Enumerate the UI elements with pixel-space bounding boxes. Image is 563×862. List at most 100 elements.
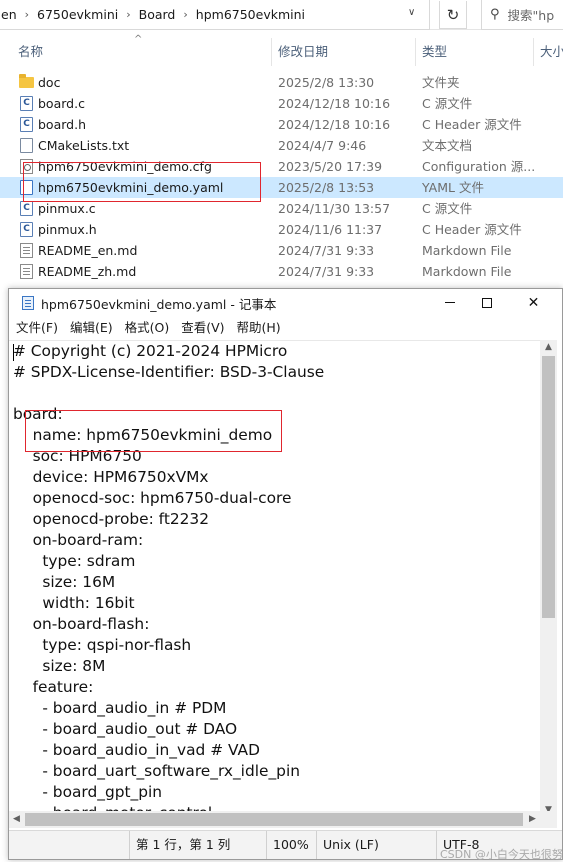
file-date: 2024/12/18 10:16 (278, 96, 391, 111)
menu-edit[interactable]: 编辑(E) (64, 317, 119, 339)
status-zoom: 100% (266, 831, 316, 859)
file-date: 2024/4/7 9:46 (278, 138, 367, 153)
file-type: C Header 源文件 (422, 117, 522, 132)
file-row[interactable]: README_zh.md 2024/7/31 9:33 Markdown Fil… (0, 261, 563, 282)
text-caret (13, 344, 14, 361)
c-file-icon: C (20, 201, 33, 216)
column-header-date[interactable]: 修改日期 (272, 38, 416, 66)
horizontal-scrollbar[interactable]: ◀ ▶ (9, 811, 540, 828)
file-name: pinmux.h (38, 222, 97, 237)
file-type: C 源文件 (422, 96, 473, 111)
file-date: 2025/2/8 13:53 (278, 180, 375, 195)
markdown-file-icon (20, 264, 33, 279)
file-date: 2024/7/31 9:33 (278, 264, 375, 279)
file-type: C Header 源文件 (422, 222, 522, 237)
file-date: 2023/5/20 17:39 (278, 159, 383, 174)
file-row-selected[interactable]: hpm6750evkmini_demo.yaml 2025/2/8 13:53 … (0, 177, 563, 198)
column-headers: ^ 名称 修改日期 类型 大小 (0, 34, 563, 66)
menu-view[interactable]: 查看(V) (175, 317, 230, 339)
text-editor[interactable]: # Copyright (c) 2021-2024 HPMicro # SPDX… (9, 340, 540, 811)
file-name: README_en.md (38, 243, 138, 258)
c-header-icon: C (20, 117, 33, 132)
text-file-icon (20, 138, 33, 153)
file-name: hpm6750evkmini_demo.cfg (38, 159, 212, 174)
file-type: Configuration 源... (422, 159, 536, 174)
file-name: board.h (38, 117, 86, 132)
file-row[interactable]: CMakeLists.txt 2024/4/7 9:46 文本文档 (0, 135, 563, 156)
menu-file[interactable]: 文件(F) (9, 317, 64, 339)
file-row[interactable]: C board.h 2024/12/18 10:16 C Header 源文件 (0, 114, 563, 135)
notepad-icon (22, 296, 34, 310)
notepad-window: hpm6750evkmini_demo.yaml - 记事本 ✕ 文件(F) 编… (8, 288, 563, 860)
scroll-up-icon[interactable]: ▲ (540, 340, 557, 355)
scrollbar-thumb[interactable] (25, 813, 523, 826)
minimize-icon (444, 302, 455, 303)
scroll-right-icon[interactable]: ▶ (525, 811, 540, 828)
file-name: doc (38, 75, 61, 90)
scrollbar-corner (540, 811, 557, 828)
config-file-icon (20, 159, 33, 174)
chevron-right-icon: › (24, 8, 30, 21)
folder-icon (19, 74, 34, 88)
column-header-type[interactable]: 类型 (416, 38, 534, 66)
search-placeholder: 搜索"hp (507, 8, 555, 23)
file-row[interactable]: C pinmux.c 2024/11/30 13:57 C 源文件 (0, 198, 563, 219)
breadcrumb-item[interactable]: hpm6750evkmini (191, 7, 310, 22)
file-type: 文本文档 (422, 138, 473, 153)
file-name: README_zh.md (38, 264, 137, 279)
editor-content[interactable]: # Copyright (c) 2021-2024 HPMicro # SPDX… (9, 341, 540, 811)
address-bar: en › 6750evkmini › Board › hpm6750evkmin… (0, 0, 563, 30)
file-type: Markdown File (422, 243, 512, 258)
search-input[interactable]: ⚲ 搜索"hp (481, 0, 563, 30)
menu-format[interactable]: 格式(O) (119, 317, 176, 339)
file-row[interactable]: C pinmux.h 2024/11/6 11:37 C Header 源文件 (0, 219, 563, 240)
vertical-scrollbar[interactable]: ▲ ▼ (540, 340, 557, 818)
file-name: board.c (38, 96, 85, 111)
refresh-icon: ↻ (446, 5, 460, 24)
file-date: 2025/2/8 13:30 (278, 75, 375, 90)
window-title: hpm6750evkmini_demo.yaml - 记事本 (41, 297, 277, 312)
refresh-button[interactable]: ↻ (439, 1, 467, 29)
close-icon: ✕ (527, 294, 540, 311)
file-explorer-window: en › 6750evkmini › Board › hpm6750evkmin… (0, 0, 563, 290)
file-row[interactable]: doc 2025/2/8 13:30 文件夹 (0, 72, 563, 93)
file-row[interactable]: hpm6750evkmini_demo.cfg 2023/5/20 17:39 … (0, 156, 563, 177)
close-button[interactable]: ✕ (511, 289, 556, 316)
breadcrumb-item[interactable]: 6750evkmini (32, 7, 123, 22)
c-header-icon: C (20, 222, 33, 237)
yaml-file-icon (20, 180, 33, 195)
chevron-right-icon: › (183, 8, 188, 21)
file-row[interactable]: README_en.md 2024/7/31 9:33 Markdown Fil… (0, 240, 563, 261)
maximize-icon (481, 297, 492, 308)
column-header-name[interactable]: 名称 (12, 38, 272, 66)
file-date: 2024/7/31 9:33 (278, 243, 375, 258)
scrollbar-thumb[interactable] (542, 356, 555, 618)
column-header-size[interactable]: 大小 (534, 38, 563, 66)
file-name: hpm6750evkmini_demo.yaml (38, 180, 224, 195)
chevron-right-icon: › (126, 8, 131, 21)
file-row[interactable]: C board.c 2024/12/18 10:16 C 源文件 (0, 93, 563, 114)
status-line-ending: Unix (LF) (316, 831, 436, 859)
file-name: pinmux.c (38, 201, 96, 216)
file-type: Markdown File (422, 264, 512, 279)
file-type: C 源文件 (422, 201, 473, 216)
maximize-button[interactable] (464, 289, 509, 316)
chevron-down-icon[interactable]: ∨ (408, 7, 415, 18)
file-name: CMakeLists.txt (38, 138, 130, 153)
file-type: YAML 文件 (422, 180, 484, 195)
file-date: 2024/11/30 13:57 (278, 201, 391, 216)
search-icon: ⚲ (490, 7, 500, 22)
menu-help[interactable]: 帮助(H) (231, 317, 287, 339)
menu-bar: 文件(F) 编辑(E) 格式(O) 查看(V) 帮助(H) (9, 317, 562, 339)
markdown-file-icon (20, 243, 33, 258)
scroll-left-icon[interactable]: ◀ (9, 811, 24, 828)
file-date: 2024/11/6 11:37 (278, 222, 383, 237)
breadcrumb[interactable]: en › 6750evkmini › Board › hpm6750evkmin… (0, 0, 430, 30)
breadcrumb-item[interactable]: Board (134, 7, 181, 22)
file-type: 文件夹 (422, 75, 460, 90)
file-date: 2024/12/18 10:16 (278, 117, 391, 132)
breadcrumb-item[interactable]: en (0, 7, 22, 22)
title-bar[interactable]: hpm6750evkmini_demo.yaml - 记事本 ✕ (9, 289, 562, 316)
status-cursor-position: 第 1 行，第 1 列 (129, 831, 266, 859)
c-file-icon: C (20, 96, 33, 111)
